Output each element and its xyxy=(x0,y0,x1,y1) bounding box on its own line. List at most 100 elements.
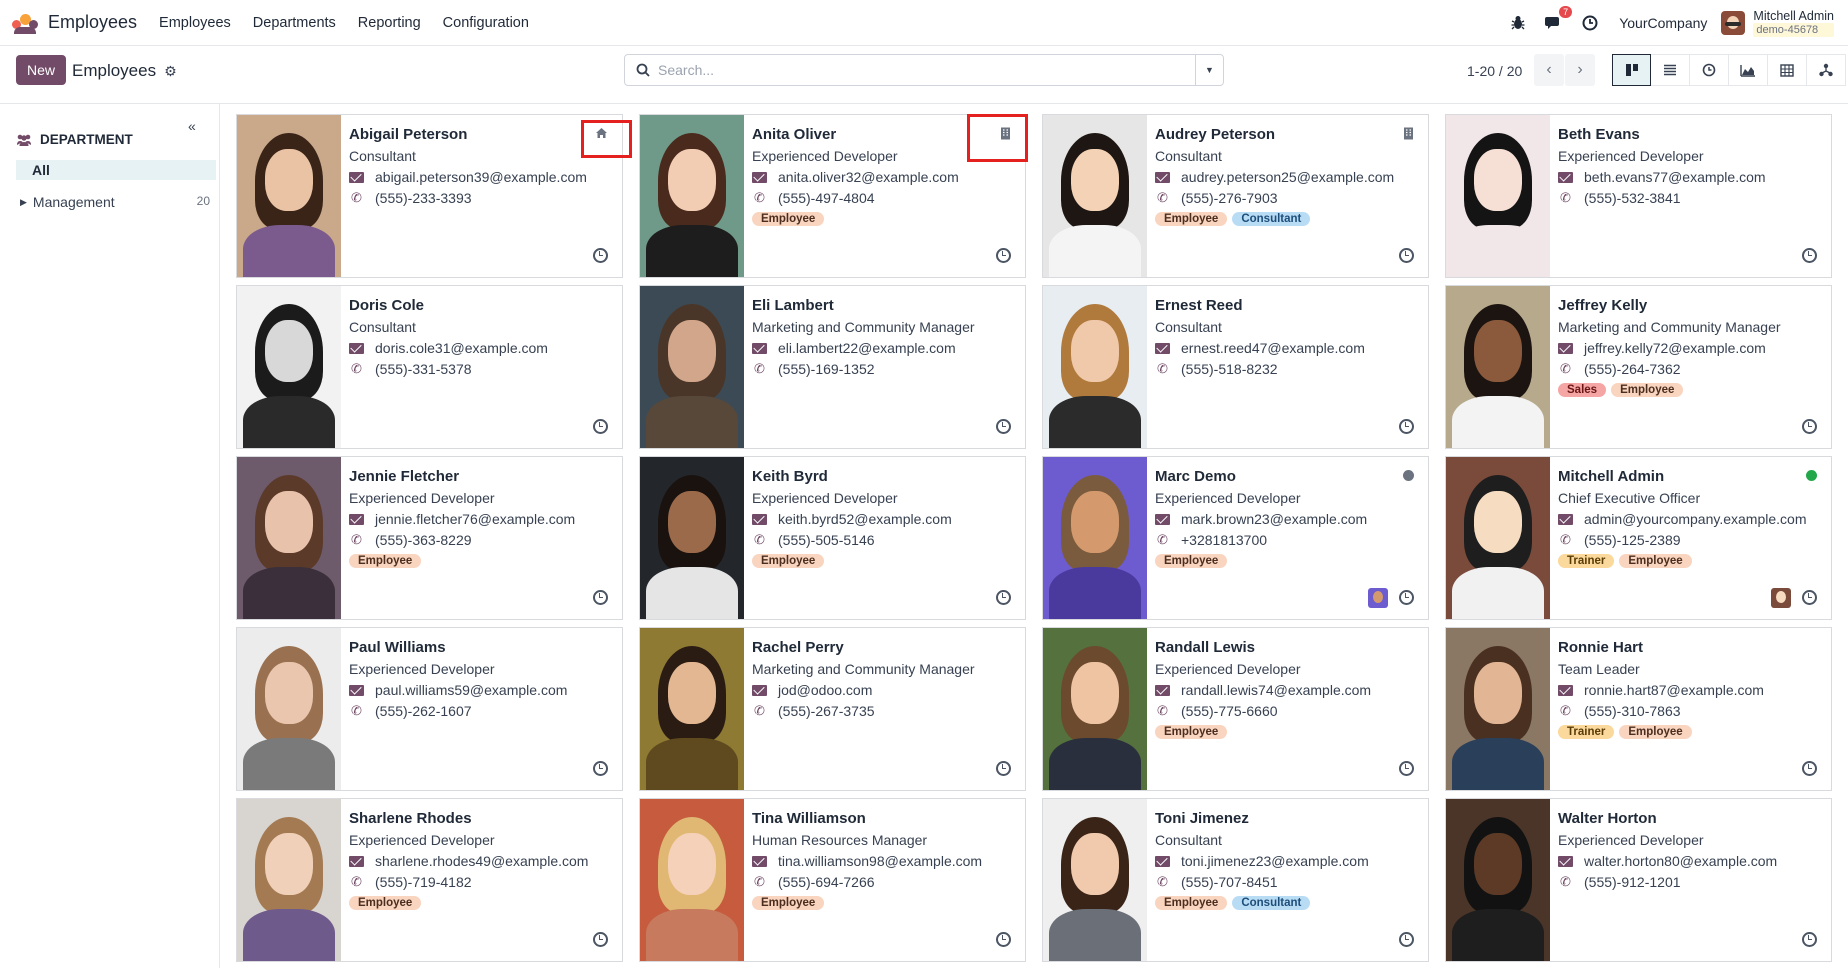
activity-clock-icon[interactable] xyxy=(593,761,608,776)
envelope-icon xyxy=(349,513,364,525)
employee-card[interactable]: Rachel Perry Marketing and Community Man… xyxy=(639,627,1026,791)
employee-card[interactable]: Randall Lewis Experienced Developer rand… xyxy=(1042,627,1429,791)
pager-value[interactable]: 1-20 / 20 xyxy=(1467,63,1522,79)
new-button[interactable]: New xyxy=(16,55,67,85)
employee-tags: Employee xyxy=(349,554,426,568)
activity-clock-icon[interactable] xyxy=(996,419,1011,434)
employee-card[interactable]: Paul Williams Experienced Developer paul… xyxy=(236,627,623,791)
employee-job-title: Marketing and Community Manager xyxy=(752,661,975,677)
menu-reporting[interactable]: Reporting xyxy=(358,15,421,31)
employee-name: Marc Demo xyxy=(1155,468,1236,485)
user-avatar[interactable] xyxy=(1721,10,1746,35)
employee-card[interactable]: Marc Demo Experienced Developer mark.bro… xyxy=(1042,456,1429,620)
employee-card[interactable]: Walter Horton Experienced Developer walt… xyxy=(1445,798,1832,962)
employee-job-title: Chief Executive Officer xyxy=(1558,490,1701,506)
pivot-view-button[interactable] xyxy=(1768,54,1807,86)
menu-departments[interactable]: Departments xyxy=(253,15,336,31)
sidebar-item-all[interactable]: All xyxy=(16,160,216,180)
employee-job-title: Team Leader xyxy=(1558,661,1640,677)
employee-tags: Employee xyxy=(1155,554,1232,568)
activity-clock-icon[interactable] xyxy=(1802,761,1817,776)
employee-card[interactable]: Toni Jimenez Consultant toni.jimenez23@e… xyxy=(1042,798,1429,962)
employee-card[interactable]: Keith Byrd Experienced Developer keith.b… xyxy=(639,456,1026,620)
activity-clock-icon[interactable] xyxy=(1802,248,1817,263)
employee-phone: ✆ (555)-497-4804 xyxy=(752,190,874,206)
activity-clock-icon[interactable] xyxy=(1581,14,1599,32)
bug-icon[interactable] xyxy=(1509,14,1527,32)
search-input[interactable] xyxy=(658,62,1195,78)
phone-value: (555)-125-2389 xyxy=(1584,532,1681,548)
activity-clock-icon[interactable] xyxy=(593,419,608,434)
list-view-button[interactable] xyxy=(1651,54,1690,86)
related-user-avatar[interactable] xyxy=(1771,588,1791,608)
employee-card[interactable]: Audrey Peterson Consultant audrey.peters… xyxy=(1042,114,1429,278)
employee-phone: ✆ (555)-694-7266 xyxy=(752,874,874,890)
envelope-icon xyxy=(752,342,767,354)
kanban-view-button[interactable] xyxy=(1612,54,1651,86)
phone-icon: ✆ xyxy=(351,874,362,889)
activity-clock-icon[interactable] xyxy=(1399,248,1414,263)
tag-employee: Employee xyxy=(752,896,825,910)
employee-email: keith.byrd52@example.com xyxy=(752,511,952,527)
email-value: jod@odoo.com xyxy=(778,682,873,698)
menu-configuration[interactable]: Configuration xyxy=(443,15,529,31)
collapse-sidebar-icon[interactable]: « xyxy=(188,118,196,134)
activity-view-button[interactable] xyxy=(1690,54,1729,86)
phone-value: (555)-505-5146 xyxy=(778,532,875,548)
activity-clock-icon[interactable] xyxy=(996,761,1011,776)
employee-card[interactable]: Mitchell Admin Chief Executive Officer a… xyxy=(1445,456,1832,620)
activity-clock-icon[interactable] xyxy=(593,248,608,263)
employee-phone: ✆ (555)-264-7362 xyxy=(1558,361,1680,377)
employee-email: admin@yourcompany.example.com xyxy=(1558,511,1807,527)
graph-view-button[interactable] xyxy=(1729,54,1768,86)
related-user-avatar[interactable] xyxy=(1368,588,1388,608)
app-brand[interactable]: Employees xyxy=(12,12,137,34)
activity-clock-icon[interactable] xyxy=(1399,932,1414,947)
employee-card[interactable]: Ronnie Hart Team Leader ronnie.hart87@ex… xyxy=(1445,627,1832,791)
employee-card[interactable]: Eli Lambert Marketing and Community Mana… xyxy=(639,285,1026,449)
envelope-icon xyxy=(752,684,767,696)
phone-value: (555)-310-7863 xyxy=(1584,703,1681,719)
company-switcher[interactable]: YourCompany xyxy=(1619,15,1707,31)
employee-card[interactable]: Jeffrey Kelly Marketing and Community Ma… xyxy=(1445,285,1832,449)
activity-clock-icon[interactable] xyxy=(996,932,1011,947)
activity-clock-icon[interactable] xyxy=(1802,419,1817,434)
employee-card[interactable]: Tina Williamson Human Resources Manager … xyxy=(639,798,1026,962)
activity-clock-icon[interactable] xyxy=(593,932,608,947)
pager-previous-button[interactable]: ‹ xyxy=(1534,54,1564,86)
activity-clock-icon[interactable] xyxy=(1802,932,1817,947)
user-menu[interactable]: Mitchell Admin demo-45678 xyxy=(1753,9,1834,37)
activity-clock-icon[interactable] xyxy=(593,590,608,605)
employee-card[interactable]: Beth Evans Experienced Developer beth.ev… xyxy=(1445,114,1832,278)
activity-clock-icon[interactable] xyxy=(996,248,1011,263)
activity-clock-icon[interactable] xyxy=(1802,590,1817,605)
search-options-toggle[interactable]: ▼ xyxy=(1195,55,1223,85)
hierarchy-view-button[interactable] xyxy=(1807,54,1846,86)
employee-name: Ronnie Hart xyxy=(1558,639,1644,656)
employee-card[interactable]: Abigail Peterson Consultant abigail.pete… xyxy=(236,114,623,278)
activity-clock-icon[interactable] xyxy=(1399,761,1414,776)
employee-card[interactable]: Ernest Reed Consultant ernest.reed47@exa… xyxy=(1042,285,1429,449)
phone-value: (555)-775-6660 xyxy=(1181,703,1278,719)
gear-icon[interactable]: ⚙ xyxy=(164,63,177,80)
activity-clock-icon[interactable] xyxy=(1399,590,1414,605)
tag-employee: Employee xyxy=(349,554,422,568)
employee-phone: ✆ +3281813700 xyxy=(1155,532,1267,548)
employee-job-title: Consultant xyxy=(1155,832,1222,848)
sidebar-item-management[interactable]: ▶ Management 20 xyxy=(20,194,210,210)
employee-phone: ✆ (555)-719-4182 xyxy=(349,874,471,890)
top-navbar: Employees Employees Departments Reportin… xyxy=(0,0,1848,46)
employee-card[interactable]: Sharlene Rhodes Experienced Developer sh… xyxy=(236,798,623,962)
search-icon xyxy=(636,63,650,77)
email-value: paul.williams59@example.com xyxy=(375,682,568,698)
employee-card[interactable]: Jennie Fletcher Experienced Developer je… xyxy=(236,456,623,620)
messaging-icon[interactable]: 7 xyxy=(1545,5,1573,32)
activity-clock-icon[interactable] xyxy=(996,590,1011,605)
activity-clock-icon[interactable] xyxy=(1399,419,1414,434)
envelope-icon xyxy=(1155,171,1170,183)
pager-next-button[interactable]: › xyxy=(1565,54,1595,86)
sidebar-item-label: Management xyxy=(32,194,115,210)
phone-icon: ✆ xyxy=(754,190,765,205)
menu-employees[interactable]: Employees xyxy=(159,15,231,31)
employee-card[interactable]: Doris Cole Consultant doris.cole31@examp… xyxy=(236,285,623,449)
